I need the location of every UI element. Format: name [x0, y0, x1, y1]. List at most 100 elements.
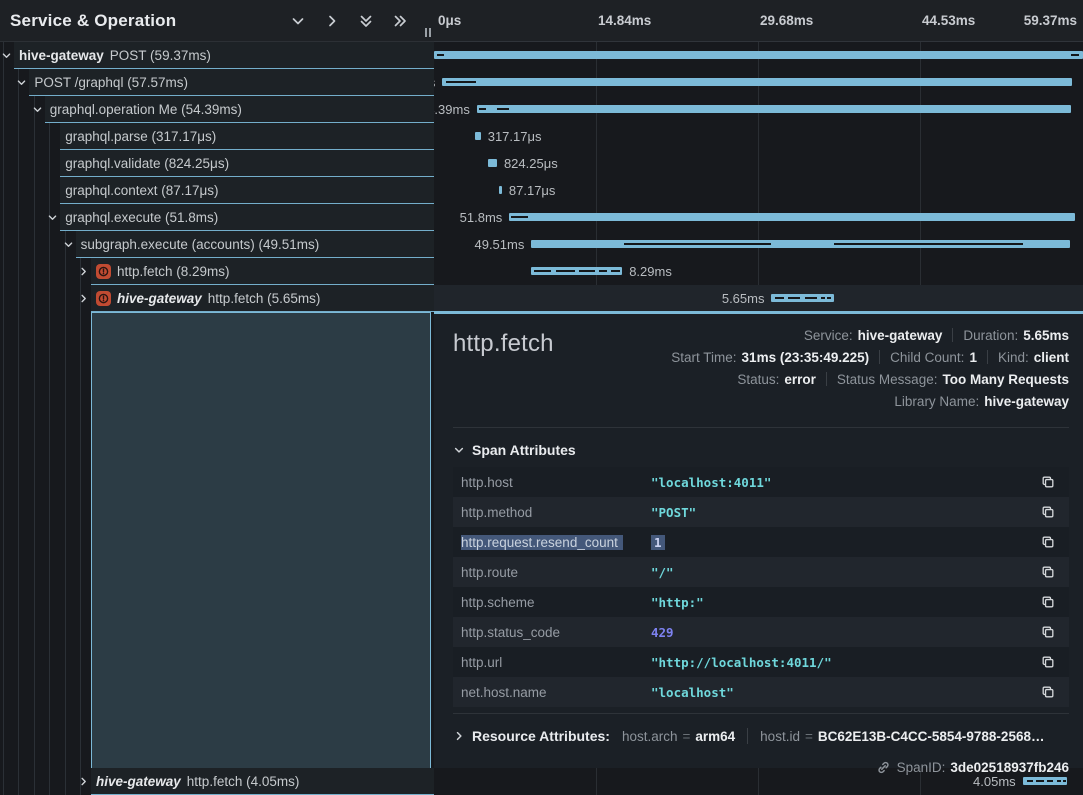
attribute-key[interactable]: http.method	[461, 505, 651, 520]
attribute-value[interactable]: "/"	[651, 565, 1039, 580]
copy-button[interactable]	[1039, 683, 1057, 701]
copy-icon	[1041, 625, 1055, 639]
expand-arrow-icon[interactable]	[77, 258, 90, 285]
span-bar[interactable]	[475, 132, 481, 140]
span-bar[interactable]	[531, 240, 1070, 248]
double-chevron-down-button[interactable]	[357, 13, 374, 30]
attribute-value[interactable]: "http:"	[651, 595, 1039, 610]
time-tick-label: 0μs	[438, 0, 461, 42]
tree-header: Service & Operation	[0, 0, 434, 42]
attribute-key[interactable]: http.route	[461, 565, 651, 580]
divider	[879, 350, 880, 364]
tree-row-content: hive-gatewayPOST (59.37ms)	[14, 42, 434, 69]
attribute-value[interactable]: "POST"	[651, 505, 1039, 520]
chevron-down-button[interactable]	[289, 13, 306, 30]
chevron-right-icon	[453, 730, 465, 742]
tree-row[interactable]: hive-gatewayhttp.fetch (4.05ms)	[0, 768, 434, 795]
attribute-value[interactable]: 1	[651, 535, 1039, 550]
copy-button[interactable]	[1039, 653, 1057, 671]
attribute-row[interactable]: net.host.name"localhost"	[453, 677, 1069, 707]
equals-sign: =	[682, 729, 690, 744]
attribute-key[interactable]: http.host	[461, 475, 651, 490]
selected-span-expanded-area[interactable]	[91, 312, 431, 768]
span-bar[interactable]	[442, 78, 1072, 86]
child-span-mark	[611, 270, 621, 272]
span-bar[interactable]	[531, 267, 622, 275]
timeline-row: 317.17μs	[434, 123, 1083, 150]
span-bar[interactable]	[477, 105, 1071, 113]
copy-button[interactable]	[1039, 533, 1057, 551]
copy-icon	[1041, 475, 1055, 489]
attribute-value[interactable]: "http://localhost:4011/"	[651, 655, 1039, 670]
span-attributes-header[interactable]: Span Attributes	[453, 442, 1069, 458]
attribute-row[interactable]: http.request.resend_count1	[453, 527, 1069, 557]
attribute-key[interactable]: http.status_code	[461, 625, 651, 640]
resource-attributes-row[interactable]: Resource Attributes: host.arch=arm64host…	[453, 720, 1069, 752]
tree-row[interactable]: hive-gatewayhttp.fetch (5.65ms)	[0, 285, 434, 312]
span-bar[interactable]	[509, 213, 1075, 221]
attribute-value[interactable]: 429	[651, 625, 1039, 640]
attribute-row[interactable]: http.host"localhost:4011"	[453, 467, 1069, 497]
child-span-mark	[437, 54, 445, 56]
collapse-arrow-icon[interactable]	[31, 96, 44, 123]
copy-button[interactable]	[1039, 563, 1057, 581]
span-label: http.fetch (8.29ms)	[117, 264, 230, 279]
tree-row[interactable]: graphql.parse (317.17μs)	[0, 123, 434, 150]
double-chevron-right-button[interactable]	[391, 13, 408, 30]
attribute-value[interactable]: "localhost:4011"	[651, 475, 1039, 490]
tree-row[interactable]: hive-gatewayPOST (59.37ms)	[0, 42, 434, 69]
tree-row-content: hive-gatewayhttp.fetch (4.05ms)	[91, 768, 434, 795]
attribute-key[interactable]: net.host.name	[461, 685, 651, 700]
span-bar[interactable]	[434, 51, 1083, 59]
span-bar[interactable]	[499, 186, 502, 194]
copy-button[interactable]	[1039, 623, 1057, 641]
tree-row[interactable]: http.fetch (8.29ms)	[0, 258, 434, 285]
span-label: http.fetch (4.05ms)	[187, 774, 300, 789]
attribute-row[interactable]: http.scheme"http:"	[453, 587, 1069, 617]
span-bar[interactable]	[488, 159, 497, 167]
chevron-down-icon	[290, 13, 306, 29]
timeline-row: 824.25μs	[434, 150, 1083, 177]
tree-row[interactable]: graphql.operation Me (54.39ms)	[0, 96, 434, 123]
copy-button[interactable]	[1039, 503, 1057, 521]
tree-row[interactable]: subgraph.execute (accounts) (49.51ms)	[0, 231, 434, 258]
attribute-value[interactable]: "localhost"	[651, 685, 1039, 700]
attribute-row[interactable]: http.method"POST"	[453, 497, 1069, 527]
attribute-key[interactable]: http.scheme	[461, 595, 651, 610]
attribute-row[interactable]: http.url"http://localhost:4011/"	[453, 647, 1069, 677]
panel-resize-handle[interactable]	[425, 28, 431, 37]
collapse-arrow-icon[interactable]	[0, 42, 13, 69]
collapse-arrow-icon[interactable]	[46, 204, 59, 231]
resource-key: host.arch	[622, 729, 678, 744]
copy-button[interactable]	[1039, 593, 1057, 611]
divider	[453, 713, 1069, 714]
attribute-row[interactable]: http.status_code429	[453, 617, 1069, 647]
span-label: http.fetch (5.65ms)	[208, 291, 321, 306]
tree-row[interactable]: graphql.context (87.17μs)	[0, 177, 434, 204]
link-icon[interactable]	[876, 760, 891, 775]
attribute-key[interactable]: http.url	[461, 655, 651, 670]
expand-arrow-icon[interactable]	[77, 768, 90, 795]
tree-row-content: hive-gatewayhttp.fetch (5.65ms)	[91, 285, 434, 312]
tree-row-content: graphql.execute (51.8ms)	[60, 204, 434, 231]
attribute-row[interactable]: http.route"/"	[453, 557, 1069, 587]
duration-label: 824.25μs	[504, 150, 558, 177]
tree-row[interactable]: POST /graphql (57.57ms)	[0, 69, 434, 96]
meta-line: Library Name:hive-gateway	[671, 390, 1069, 412]
chevron-right-button[interactable]	[323, 13, 340, 30]
collapse-arrow-icon[interactable]	[62, 231, 75, 258]
chevron-down-icon	[453, 444, 465, 456]
tree-row[interactable]: graphql.execute (51.8ms)	[0, 204, 434, 231]
attribute-key[interactable]: http.request.resend_count	[461, 535, 651, 550]
span-detail-panel: http.fetch Service:hive-gatewayDuration:…	[434, 311, 1083, 768]
tree-toolbar	[289, 0, 408, 42]
span-bar[interactable]	[771, 294, 833, 302]
span-label: graphql.validate (824.25μs)	[65, 156, 229, 171]
duration-label: 54.39ms	[434, 96, 470, 123]
collapse-arrow-icon[interactable]	[15, 69, 28, 96]
expand-arrow-icon[interactable]	[77, 285, 90, 312]
child-span-mark	[599, 270, 607, 272]
copy-button[interactable]	[1039, 473, 1057, 491]
tree-row[interactable]: graphql.validate (824.25μs)	[0, 150, 434, 177]
detail-header: http.fetch Service:hive-gatewayDuration:…	[453, 324, 1069, 412]
